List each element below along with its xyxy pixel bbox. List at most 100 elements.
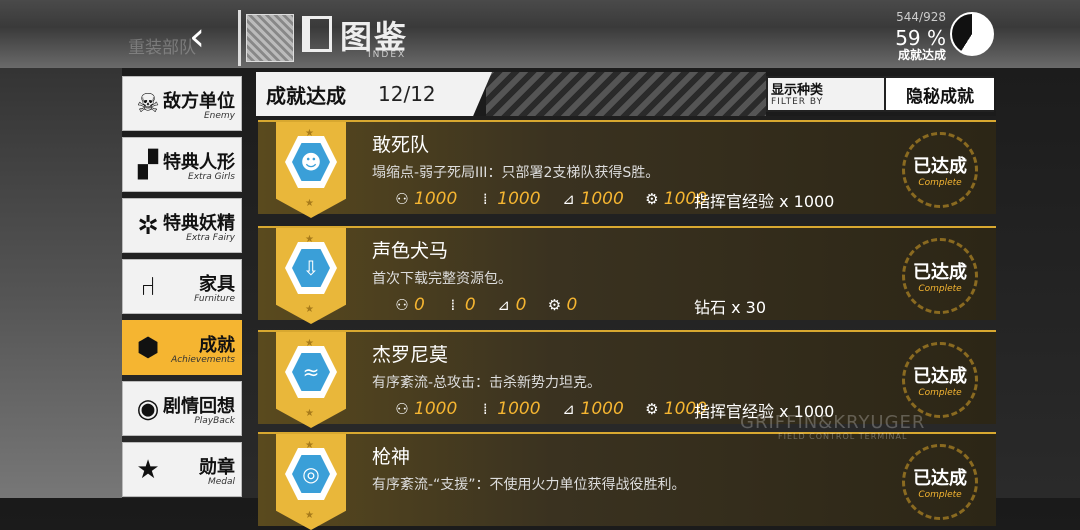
reward-value: 0: [566, 295, 578, 315]
sidebar-item-sublabel: Medal: [207, 477, 235, 487]
filter-select[interactable]: 隐秘成就: [884, 78, 994, 110]
download-icon: ⇩: [292, 249, 330, 287]
extra-fairy-icon: ✲: [137, 211, 159, 241]
sidebar-item-label: 特典妖精: [163, 213, 235, 234]
progress-count: 544/928: [896, 10, 946, 24]
book-icon: [302, 16, 332, 52]
achievement-card[interactable]: ★ ≈ ★ 杰罗尼莫 有序紊流-总攻击：击杀新势力坦克。 ⚇ 1000 ⁞ 1000 ⊿ 1000 ⚙…: [258, 330, 996, 428]
sidebar-item-extra-girls[interactable]: ▞ 特典人形 Extra Girls: [122, 137, 242, 192]
star-icon: ★: [305, 304, 314, 315]
parts-icon: ⚙: [645, 400, 659, 418]
star-icon: ★: [305, 408, 314, 419]
extra-girls-icon: ▞: [138, 150, 158, 180]
achievement-title: 声色犬马: [372, 240, 449, 262]
status-stamp: 已达成 Complete: [902, 238, 978, 314]
watermark-sub: FIELD CONTROL TERMINAL: [778, 432, 908, 441]
ammo-icon: ⁞: [482, 400, 488, 418]
sidebar-item-extra-fairy[interactable]: ✲ 特典妖精 Extra Fairy: [122, 198, 242, 253]
filter-label: 显示种类: [771, 83, 824, 98]
ration-icon: ⊿: [562, 190, 575, 208]
status-label: 已达成: [913, 468, 967, 489]
chair-icon: ⑁: [140, 272, 156, 302]
rewards-row: ⚇ 0 ⁞ 0 ⊿ 0 ⚙ 0: [392, 294, 595, 316]
status-sublabel: Complete: [918, 284, 962, 294]
achievement-card[interactable]: ★ ◎ ★ 枪神 有序紊流-“支援”：不使用火力单位获得战役胜利。 已达成 Complete: [258, 432, 996, 530]
reward-extra: 指挥官经验 x 1000: [694, 192, 835, 211]
sidebar-item-sublabel: Enemy: [203, 111, 235, 121]
rewards-row: ⚇ 1000 ⁞ 1000 ⊿ 1000 ⚙ 1000: [392, 188, 725, 210]
sidebar-item-sublabel: Achievements: [171, 355, 235, 365]
reward-value: 1000: [497, 399, 541, 419]
page-subtitle: INDEX: [368, 50, 407, 60]
status-sublabel: Complete: [918, 178, 962, 188]
status-sublabel: Complete: [918, 388, 962, 398]
logo-icon: [246, 14, 294, 62]
star-icon: ★: [305, 510, 314, 521]
progress-pie-icon: [950, 12, 994, 56]
sidebar-item-sublabel: PlayBack: [194, 416, 235, 426]
status-label: 已达成: [913, 366, 967, 387]
status-label: 已达成: [913, 156, 967, 177]
playback-icon: ◉: [136, 394, 160, 424]
progress-label: 成就达成: [897, 48, 946, 62]
achievement-title: 枪神: [372, 446, 411, 468]
section-title: 成就达成: [266, 84, 346, 108]
reward-extra: 钻石 x 30: [694, 298, 767, 317]
sidebar-item-enemy[interactable]: ☠ 敌方单位 Enemy: [122, 76, 242, 131]
rewards-row: ⚇ 1000 ⁞ 1000 ⊿ 1000 ⚙ 1000: [392, 398, 725, 420]
status-stamp: 已达成 Complete: [902, 132, 978, 208]
achievement-badge: ★ ☻ ★: [276, 122, 346, 218]
reward-value: 1000: [580, 399, 624, 419]
enemy-icon: ☠: [136, 89, 160, 119]
ration-icon: ⊿: [497, 296, 510, 314]
achievement-title: 敢死队: [372, 134, 430, 156]
header-hatch: [486, 72, 766, 116]
medal-icon: ★: [136, 455, 160, 485]
sidebar-item-furniture[interactable]: ⑁ 家具 Furniture: [122, 259, 242, 314]
parts-icon: ⚙: [547, 296, 562, 314]
achievement-desc: 塌缩点-弱子死局III：只部署2支梯队获得S胜。: [372, 165, 660, 181]
ration-icon: ⊿: [562, 400, 575, 418]
status-stamp: 已达成 Complete: [902, 444, 978, 520]
sidebar-item-sublabel: Extra Fairy: [186, 233, 235, 243]
sidebar-item-playback[interactable]: ◉ 剧情回想 PlayBack: [122, 381, 242, 436]
status-sublabel: Complete: [918, 490, 962, 500]
status-label: 已达成: [913, 262, 967, 283]
sidebar-item-medal[interactable]: ★ 勋章 Medal: [122, 442, 242, 497]
section-count: 12/12: [378, 82, 436, 106]
divider: [238, 10, 241, 66]
sidebar-item-label: 特典人形: [163, 152, 235, 173]
status-stamp: 已达成 Complete: [902, 342, 978, 418]
achievement-desc: 有序紊流-“支援”：不使用火力单位获得战役胜利。: [372, 477, 686, 493]
reward-value: 1000: [497, 189, 541, 209]
achievement-icon: ⬢: [136, 333, 160, 363]
reward-value: 1000: [414, 189, 458, 209]
sidebar-item-label: 剧情回想: [163, 396, 235, 417]
reward-value: 1000: [580, 189, 624, 209]
star-icon: ★: [305, 198, 314, 209]
ammo-icon: ⁞: [450, 296, 456, 314]
parts-icon: ⚙: [645, 190, 659, 208]
squad-icon: ☻: [292, 143, 330, 181]
achievement-card[interactable]: ★ ☻ ★ 敢死队 塌缩点-弱子死局III：只部署2支梯队获得S胜。 ⚇ 1000 ⁞ 1000…: [258, 120, 996, 218]
sidebar-item-label: 勋章: [199, 457, 235, 478]
filter-sublabel: FILTER BY: [771, 97, 824, 107]
achievement-badge: ★ ⇩ ★: [276, 228, 346, 324]
back-button[interactable]: ‹: [170, 12, 224, 62]
achievement-badge: ★ ≈ ★: [276, 332, 346, 428]
reward-value: 0: [414, 295, 425, 315]
manpower-icon: ⚇: [395, 296, 409, 314]
reward-value: 0: [515, 295, 527, 315]
manpower-icon: ⚇: [395, 400, 409, 418]
sidebar-item-label: 成就: [199, 335, 235, 356]
achievement-desc: 有序紊流-总攻击：击杀新势力坦克。: [372, 375, 602, 391]
sidebar-item-achievements[interactable]: ⬢ 成就 Achievements: [122, 320, 242, 375]
left-strip: [0, 0, 122, 498]
achievement-desc: 首次下载完整资源包。: [372, 271, 512, 287]
reward-value: 1000: [414, 399, 458, 419]
sidebar-item-label: 家具: [199, 274, 235, 295]
achievement-card[interactable]: ★ ⇩ ★ 声色犬马 首次下载完整资源包。 ⚇ 0 ⁞ 0 ⊿ 0 ⚙ 0 钻石 x 30 已达成 Compl…: [258, 226, 996, 324]
manpower-icon: ⚇: [395, 190, 409, 208]
sidebar-nav: ☠ 敌方单位 Enemy ▞ 特典人形 Extra Girls ✲ 特典妖精 Extra Fai…: [122, 76, 244, 503]
sidebar-item-sublabel: Extra Girls: [188, 172, 235, 182]
